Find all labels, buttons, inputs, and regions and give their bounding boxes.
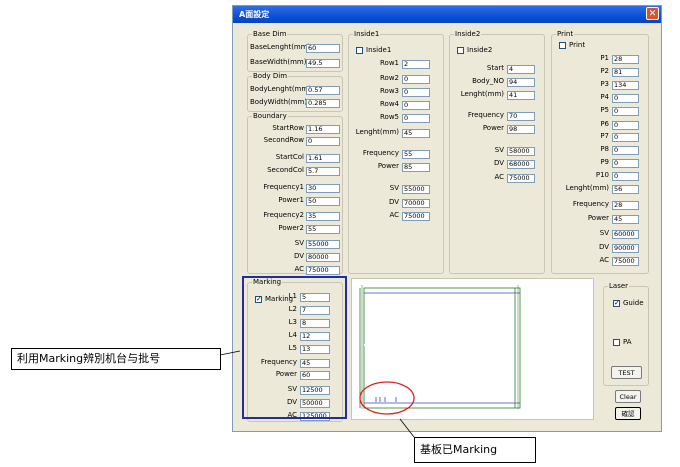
annotation-bottom: 基板已Marking (414, 437, 536, 463)
annotation-overlay (219, 350, 415, 438)
callout-line-left (219, 350, 241, 356)
annotation-left: 利用Marking辨別机台与批号 (11, 348, 221, 370)
marking-circle (359, 381, 415, 415)
callout-line-bottom (399, 418, 415, 438)
